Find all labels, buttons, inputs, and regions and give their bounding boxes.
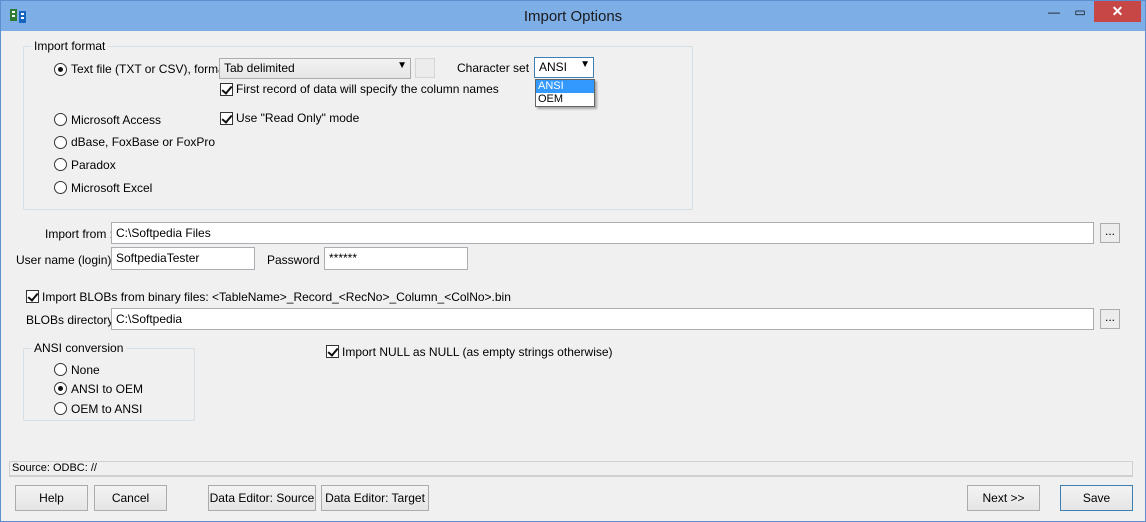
import-format-title: Import format (31, 39, 109, 53)
radio-ansi-to-oem[interactable] (54, 382, 67, 395)
cancel-button[interactable]: Cancel (94, 485, 167, 511)
close-icon[interactable]: ✕ (1094, 1, 1141, 22)
blobs-browse-button[interactable]: ... (1100, 309, 1120, 329)
import-from-input[interactable]: C:\Softpedia Files (111, 222, 1094, 244)
radio-oem-to-ansi[interactable] (54, 402, 67, 415)
next-button[interactable]: Next >> (967, 485, 1040, 511)
import-null-checkbox[interactable] (326, 345, 339, 358)
data-editor-source-button[interactable]: Data Editor: Source (208, 485, 316, 511)
import-blobs-label: Import BLOBs from binary files: <TableNa… (42, 290, 511, 304)
radio-dbase[interactable] (54, 136, 67, 149)
read-only-checkbox[interactable] (220, 112, 233, 125)
import-blobs-checkbox[interactable] (26, 290, 39, 303)
password-label: Password (267, 253, 320, 267)
maximize-icon[interactable]: ▭ (1067, 1, 1093, 22)
chevron-down-icon: ▼ (580, 59, 590, 70)
charset-label: Character set (457, 61, 530, 75)
radio-excel[interactable] (54, 181, 67, 194)
radio-access[interactable] (54, 113, 67, 126)
paradox-label: Paradox (71, 158, 116, 172)
blobs-directory-label: BLOBs directory (26, 313, 114, 327)
charset-value: ANSI (539, 60, 568, 74)
radio-none[interactable] (54, 363, 67, 376)
charset-dropdown-list: ANSI OEM (535, 79, 595, 107)
format-extra-button[interactable] (415, 58, 435, 78)
charset-option-ansi[interactable]: ANSI (536, 80, 594, 93)
oem-to-ansi-label: OEM to ANSI (71, 402, 143, 416)
import-null-label: Import NULL as NULL (as empty strings ot… (342, 345, 613, 359)
ansi-conversion-title: ANSI conversion (31, 341, 127, 355)
read-only-label: Use "Read Only" mode (236, 111, 360, 125)
none-label: None (71, 363, 100, 377)
access-label: Microsoft Access (71, 113, 162, 127)
radio-text-file[interactable] (54, 63, 67, 76)
first-record-label: First record of data will specify the co… (236, 82, 499, 96)
radio-paradox[interactable] (54, 158, 67, 171)
title-bar: Import Options — ▭ ✕ (1, 1, 1145, 31)
chevron-down-icon: ▼ (397, 60, 407, 71)
status-bar: Source: ODBC: // (9, 461, 1133, 476)
help-button[interactable]: Help (15, 485, 88, 511)
import-options-window: Import Options — ▭ ✕ Import format Text … (0, 0, 1146, 522)
charset-option-oem[interactable]: OEM (536, 93, 594, 106)
data-editor-target-button[interactable]: Data Editor: Target (321, 485, 429, 511)
window-title: Import Options (523, 8, 623, 25)
blobs-directory-input[interactable]: C:\Softpedia (111, 308, 1094, 330)
dbase-label: dBase, FoxBase or FoxPro (71, 135, 216, 149)
divider (9, 476, 1133, 477)
password-input[interactable]: ****** (324, 247, 468, 270)
ansi-to-oem-label: ANSI to OEM (71, 382, 144, 396)
charset-select[interactable]: ANSI ▼ (534, 57, 594, 78)
first-record-checkbox[interactable] (220, 83, 233, 96)
excel-label: Microsoft Excel (71, 181, 153, 195)
import-from-label: Import from : (45, 227, 114, 241)
text-file-label: Text file (TXT or CSV), format (71, 62, 229, 76)
minimize-icon[interactable]: — (1041, 1, 1067, 22)
save-button[interactable]: Save (1060, 485, 1133, 511)
user-name-label: User name (login): (16, 253, 115, 267)
format-value: Tab delimited (224, 61, 295, 75)
import-from-browse-button[interactable]: ... (1100, 223, 1120, 243)
format-select[interactable]: Tab delimited ▼ (219, 58, 411, 79)
user-name-input[interactable]: SoftpediaTester (111, 247, 255, 270)
